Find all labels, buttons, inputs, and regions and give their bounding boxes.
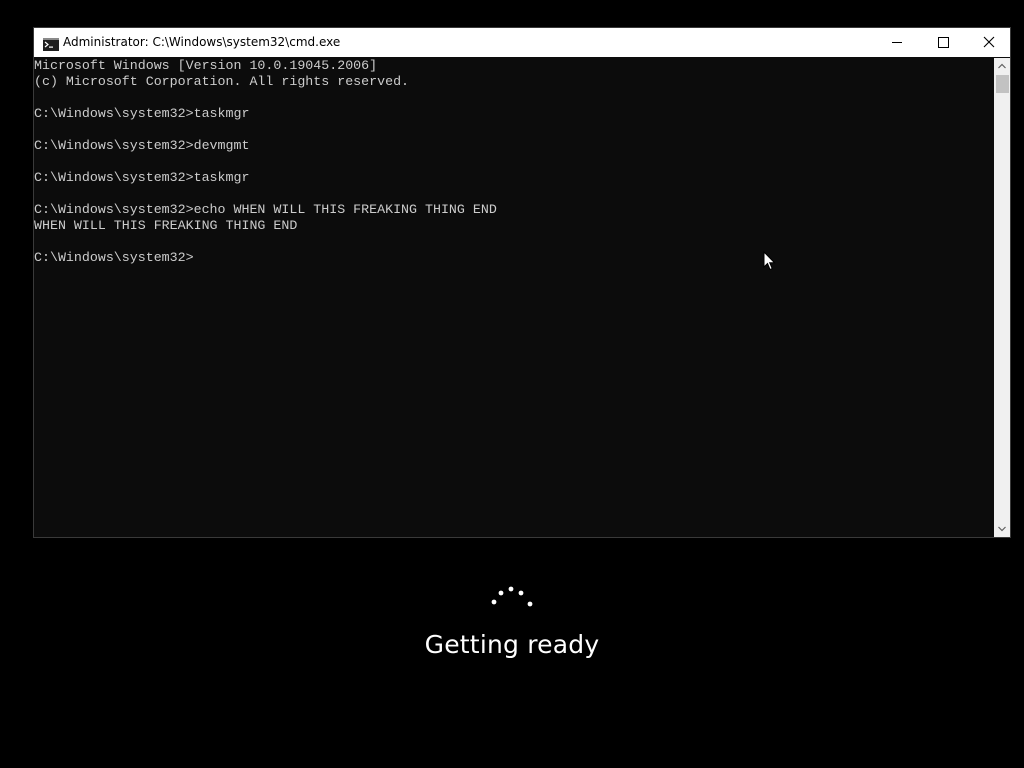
vertical-scrollbar[interactable] <box>994 58 1010 537</box>
console-line: (c) Microsoft Corporation. All rights re… <box>34 74 410 89</box>
setup-screen: Administrator: C:\Windows\system32\cmd.e… <box>0 0 1024 768</box>
minimize-button[interactable] <box>874 28 920 57</box>
mouse-pointer-icon <box>763 251 776 271</box>
cmd-icon <box>43 36 59 51</box>
minimize-icon <box>892 42 902 43</box>
maximize-button[interactable] <box>920 28 966 57</box>
scroll-down-button[interactable] <box>994 521 1010 537</box>
scroll-up-button[interactable] <box>994 58 1010 74</box>
scroll-thumb[interactable] <box>996 75 1009 93</box>
console-text: Microsoft Windows [Version 10.0.19045.20… <box>34 58 497 266</box>
console-line: C:\Windows\system32>taskmgr <box>34 170 250 185</box>
close-button[interactable] <box>966 28 1012 57</box>
console-line: C:\Windows\system32> <box>34 250 194 265</box>
console-line: WHEN WILL THIS FREAKING THING END <box>34 218 298 233</box>
chevron-down-icon <box>998 526 1006 532</box>
loading-dots-icon <box>491 586 533 607</box>
status-message: Getting ready <box>424 630 600 659</box>
close-icon <box>983 36 995 48</box>
console-line: C:\Windows\system32>taskmgr <box>34 106 250 121</box>
console-line: C:\Windows\system32>echo WHEN WILL THIS … <box>34 202 497 217</box>
console-output[interactable]: Microsoft Windows [Version 10.0.19045.20… <box>34 58 994 537</box>
cmd-window[interactable]: Administrator: C:\Windows\system32\cmd.e… <box>33 27 1011 538</box>
window-titlebar[interactable]: Administrator: C:\Windows\system32\cmd.e… <box>34 28 1010 57</box>
maximize-icon <box>938 37 949 48</box>
window-title: Administrator: C:\Windows\system32\cmd.e… <box>63 35 341 49</box>
console-line: C:\Windows\system32>devmgmt <box>34 138 250 153</box>
console-line: Microsoft Windows [Version 10.0.19045.20… <box>34 58 378 73</box>
chevron-up-icon <box>998 63 1006 69</box>
